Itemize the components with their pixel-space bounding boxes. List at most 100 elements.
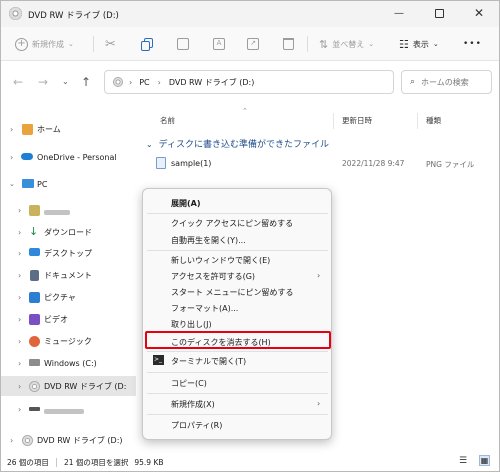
chevron-right-icon[interactable]: ›: [18, 315, 21, 324]
more-options-button[interactable]: •••: [463, 35, 482, 53]
menu-item-pin-start[interactable]: スタート メニューにピン留めする: [171, 287, 294, 298]
search-icon: ⌕: [410, 77, 416, 87]
chevron-right-icon[interactable]: ›: [18, 271, 21, 280]
chevron-right-icon[interactable]: ›: [18, 206, 21, 215]
nav-item-network-drive[interactable]: ›: [1, 399, 136, 419]
nav-item-documents[interactable]: › ドキュメント: [1, 265, 136, 285]
forward-arrow-icon[interactable]: →: [38, 75, 48, 89]
window-title: DVD RW ドライブ (D:): [28, 11, 119, 21]
chevron-right-icon[interactable]: ›: [18, 337, 21, 346]
share-button[interactable]: ↗: [247, 35, 259, 53]
paste-button[interactable]: [177, 35, 189, 53]
menu-item-give-access[interactable]: アクセスを許可する(G): [171, 271, 255, 282]
details-view-icon[interactable]: ☰: [459, 456, 467, 466]
nav-item-music[interactable]: › ミュージック: [1, 331, 136, 351]
chevron-right-icon[interactable]: ›: [18, 249, 21, 258]
music-icon: [29, 335, 40, 347]
file-row[interactable]: sample(1) 2022/11/28 9:47 PNG ファイル: [150, 157, 495, 173]
menu-item-properties[interactable]: プロパティ(R): [171, 420, 222, 431]
column-divider[interactable]: [333, 113, 334, 129]
nav-item-label: デスクトップ: [44, 248, 92, 258]
menu-item-eject[interactable]: 取り出し(J): [171, 319, 212, 330]
nav-item-label: PC: [37, 179, 48, 189]
command-bar: + 新規作成 ⌄ ✂ A ↗ ⇅ 並べ替え ⌄ ☷ 表示 ⌄ •••: [1, 27, 499, 61]
rename-button[interactable]: A: [213, 35, 225, 53]
nav-item-onedrive[interactable]: › OneDrive - Personal: [1, 147, 136, 167]
up-arrow-icon[interactable]: ↑: [81, 75, 91, 89]
dvd-drive-icon: [22, 434, 33, 446]
sort-icon: ⇅: [319, 37, 329, 51]
nav-item-label: ホーム: [37, 124, 61, 134]
minimize-button[interactable]: —: [379, 1, 419, 25]
trash-icon: [283, 38, 294, 50]
nav-item-pictures[interactable]: › ピクチャ: [1, 287, 136, 307]
breadcrumb-drive[interactable]: DVD RW ドライブ (D:): [169, 77, 255, 88]
download-icon: ↓: [29, 225, 39, 238]
chevron-right-icon[interactable]: ›: [10, 436, 13, 445]
chevron-right-icon[interactable]: ›: [10, 125, 13, 134]
breadcrumb-pc[interactable]: PC: [139, 78, 149, 87]
column-header-name[interactable]: 名前: [160, 115, 175, 126]
view-button[interactable]: ☷ 表示 ⌄: [399, 35, 439, 53]
recent-locations-chevron-icon[interactable]: ⌄: [62, 77, 69, 86]
chevron-right-icon[interactable]: ›: [18, 405, 21, 414]
cut-button[interactable]: ✂: [105, 35, 116, 53]
user-folder-icon: [29, 204, 40, 216]
menu-item-new[interactable]: 新規作成(X): [171, 399, 215, 410]
group-header[interactable]: ⌄ ディスクに書き込む準備ができたファイル: [146, 137, 329, 150]
nav-item-home[interactable]: › ホーム: [1, 119, 136, 139]
drive-icon: [29, 407, 40, 411]
copy-button[interactable]: [141, 35, 154, 53]
share-icon: ↗: [247, 38, 259, 50]
menu-item-copy[interactable]: コピー(C): [171, 378, 207, 389]
nav-item-label: ビデオ: [44, 314, 68, 324]
nav-item-dvd[interactable]: › DVD RW ドライブ (D:): [1, 430, 136, 450]
chevron-right-icon[interactable]: ›: [18, 382, 21, 391]
chevron-right-icon[interactable]: ›: [18, 359, 21, 368]
computer-icon: [22, 179, 34, 188]
close-button[interactable]: ✕: [459, 1, 499, 25]
image-file-icon: [156, 157, 166, 169]
nav-item-user-folder[interactable]: ›: [1, 200, 136, 220]
back-arrow-icon[interactable]: ←: [13, 75, 23, 89]
cloud-icon: [21, 153, 33, 160]
address-field[interactable]: › PC › DVD RW ドライブ (D:): [104, 70, 394, 94]
clipboard-icon: [177, 38, 189, 50]
sort-button[interactable]: ⇅ 並べ替え ⌄: [319, 35, 374, 53]
file-name: sample(1): [171, 159, 212, 168]
delete-button[interactable]: [283, 35, 294, 53]
menu-item-pin-quick-access[interactable]: クイック アクセスにピン留めする: [171, 218, 293, 229]
status-divider: [55, 457, 57, 467]
column-divider[interactable]: [417, 113, 418, 129]
menu-item-open-terminal[interactable]: ターミナルで開く(T): [171, 356, 246, 367]
nav-item-desktop[interactable]: › デスクトップ: [1, 243, 136, 263]
chevron-right-icon[interactable]: ›: [18, 293, 21, 302]
nav-item-downloads[interactable]: › ↓ ダウンロード: [1, 222, 136, 242]
chevron-down-icon[interactable]: ⌄: [9, 180, 15, 188]
new-button[interactable]: + 新規作成 ⌄: [15, 35, 74, 53]
navigation-pane: › ホーム › OneDrive - Personal ⌄ PC › › ↓ ダ…: [1, 107, 137, 452]
column-header-type[interactable]: 種類: [426, 115, 441, 126]
menu-item-autoplay[interactable]: 自動再生を開く(Y)...: [171, 235, 246, 246]
nav-item-dvd-selected[interactable]: › DVD RW ドライブ (D:: [1, 376, 136, 396]
search-input[interactable]: ⌕ ホームの検索: [401, 70, 492, 94]
view-button-label: 表示: [412, 39, 429, 49]
tiles-view-icon[interactable]: ▦: [479, 455, 490, 466]
nav-item-windows-c[interactable]: › Windows (C:): [1, 353, 136, 373]
submenu-arrow-icon: ›: [317, 271, 321, 280]
chevron-down-icon: ⌄: [146, 140, 153, 149]
chevron-right-icon[interactable]: ›: [10, 153, 13, 162]
column-header-date[interactable]: 更新日時: [342, 115, 372, 126]
menu-item-format[interactable]: フォーマット(A)...: [171, 303, 238, 314]
nav-item-pc[interactable]: ⌄ PC: [1, 174, 136, 194]
explorer-window: DVD RW ドライブ (D:) — ✕ + 新規作成 ⌄ ✂ A ↗ ⇅ 並べ…: [0, 0, 500, 472]
selection-size: 95.9 KB: [134, 457, 164, 467]
chevron-right-icon[interactable]: ›: [18, 228, 21, 237]
dvd-drive-icon: [29, 380, 40, 392]
menu-item-open-new-window[interactable]: 新しいウィンドウで開く(E): [171, 255, 270, 266]
maximize-button[interactable]: [419, 1, 459, 25]
copy-icon: [141, 37, 154, 51]
nav-item-videos[interactable]: › ビデオ: [1, 309, 136, 329]
dvd-drive-icon: [113, 77, 123, 87]
menu-item-expand[interactable]: 展開(A): [171, 198, 201, 209]
